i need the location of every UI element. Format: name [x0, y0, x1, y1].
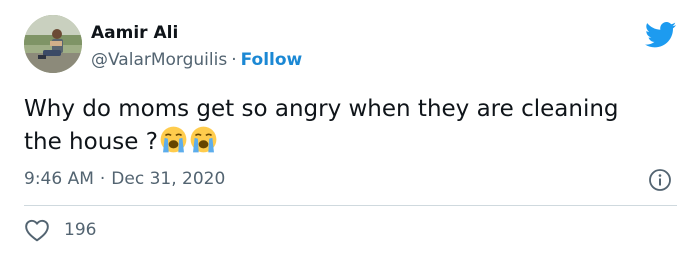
like-count: 196 — [64, 220, 97, 240]
loudly-crying-face-icon — [160, 126, 187, 153]
info-icon[interactable] — [648, 168, 672, 192]
meta-separator: · — [99, 169, 106, 189]
follow-button[interactable]: Follow — [241, 50, 303, 70]
tweet-text: Why do moms get so angry when they are c… — [24, 93, 644, 158]
twitter-bird-icon[interactable] — [645, 22, 677, 48]
tweet-card: Aamir Ali @ValarMorguilis · Follow Why do … — [0, 0, 700, 257]
tweet-text-body: Why do moms get so angry when they are c… — [24, 96, 619, 155]
tweet-time[interactable]: 9:46 AM — [24, 169, 94, 189]
user-handle[interactable]: @ValarMorguilis — [91, 50, 227, 70]
user-name[interactable]: Aamir Ali — [91, 22, 178, 44]
heart-icon[interactable] — [24, 218, 50, 242]
avatar[interactable] — [24, 15, 82, 73]
separator: · — [231, 50, 237, 70]
divider — [24, 205, 677, 206]
loudly-crying-face-icon — [190, 126, 217, 153]
tweet-date[interactable]: Dec 31, 2020 — [111, 169, 225, 189]
tweet-meta[interactable]: 9:46 AM · Dec 31, 2020 — [24, 168, 225, 190]
handle-line: @ValarMorguilis · Follow — [91, 49, 302, 71]
like-action[interactable]: 196 — [24, 218, 96, 242]
